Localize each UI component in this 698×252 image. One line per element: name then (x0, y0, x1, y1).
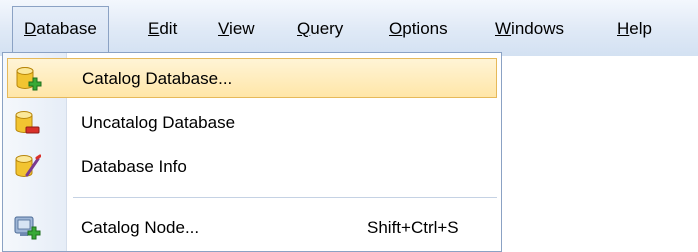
database-info-icon (15, 154, 41, 177)
database-remove-icon (15, 111, 40, 134)
menu-help[interactable]: Help (617, 6, 652, 52)
menu-item-label: Uncatalog Database (81, 113, 236, 132)
menu-edit[interactable]: Edit (148, 6, 177, 52)
menu-item-label: Catalog Node... (81, 218, 200, 237)
menu-item-catalog-node[interactable]: Catalog Node... Shift+Ctrl+S (7, 208, 497, 248)
menu-item-label: Database Info (81, 157, 187, 176)
node-add-icon (14, 216, 41, 240)
menu-item-database-info[interactable]: Database Info (7, 147, 497, 187)
menu-item-label: Catalog Database... (82, 69, 233, 88)
menu-view[interactable]: View (218, 6, 255, 52)
menu-windows[interactable]: Windows (495, 6, 564, 52)
menu-item-shortcut: Shift+Ctrl+S (367, 218, 459, 237)
menu-query[interactable]: Query (297, 6, 343, 52)
database-dropdown-menu: Catalog Database... Uncatalog Database D… (2, 52, 502, 252)
menu-options[interactable]: Options (389, 6, 448, 52)
menu-database[interactable]: Database (12, 6, 109, 52)
menu-item-uncatalog-database[interactable]: Uncatalog Database (7, 103, 497, 143)
menu-separator (73, 197, 497, 198)
database-add-icon (16, 67, 42, 91)
menu-item-catalog-database[interactable]: Catalog Database... (7, 58, 497, 98)
menu-bar: Database Edit View Query Options Windows… (0, 0, 698, 56)
